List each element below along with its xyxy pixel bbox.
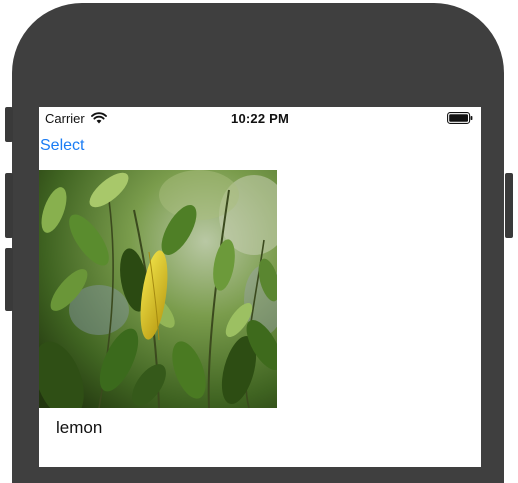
image-caption: lemon	[56, 418, 103, 437]
volume-up-button	[5, 173, 13, 238]
lemon-leaves-illustration	[39, 170, 277, 408]
mute-switch	[5, 107, 13, 142]
battery-icon	[447, 112, 473, 124]
status-bar: Carrier 10:22 PM	[39, 107, 481, 129]
phone-screen: Carrier 10:22 PM Select lemon	[39, 107, 481, 467]
lemon-leaves-image[interactable]	[39, 170, 277, 408]
select-button[interactable]: Select	[40, 137, 84, 155]
status-time: 10:22 PM	[231, 111, 289, 126]
volume-down-button	[5, 248, 13, 311]
power-button	[505, 173, 513, 238]
